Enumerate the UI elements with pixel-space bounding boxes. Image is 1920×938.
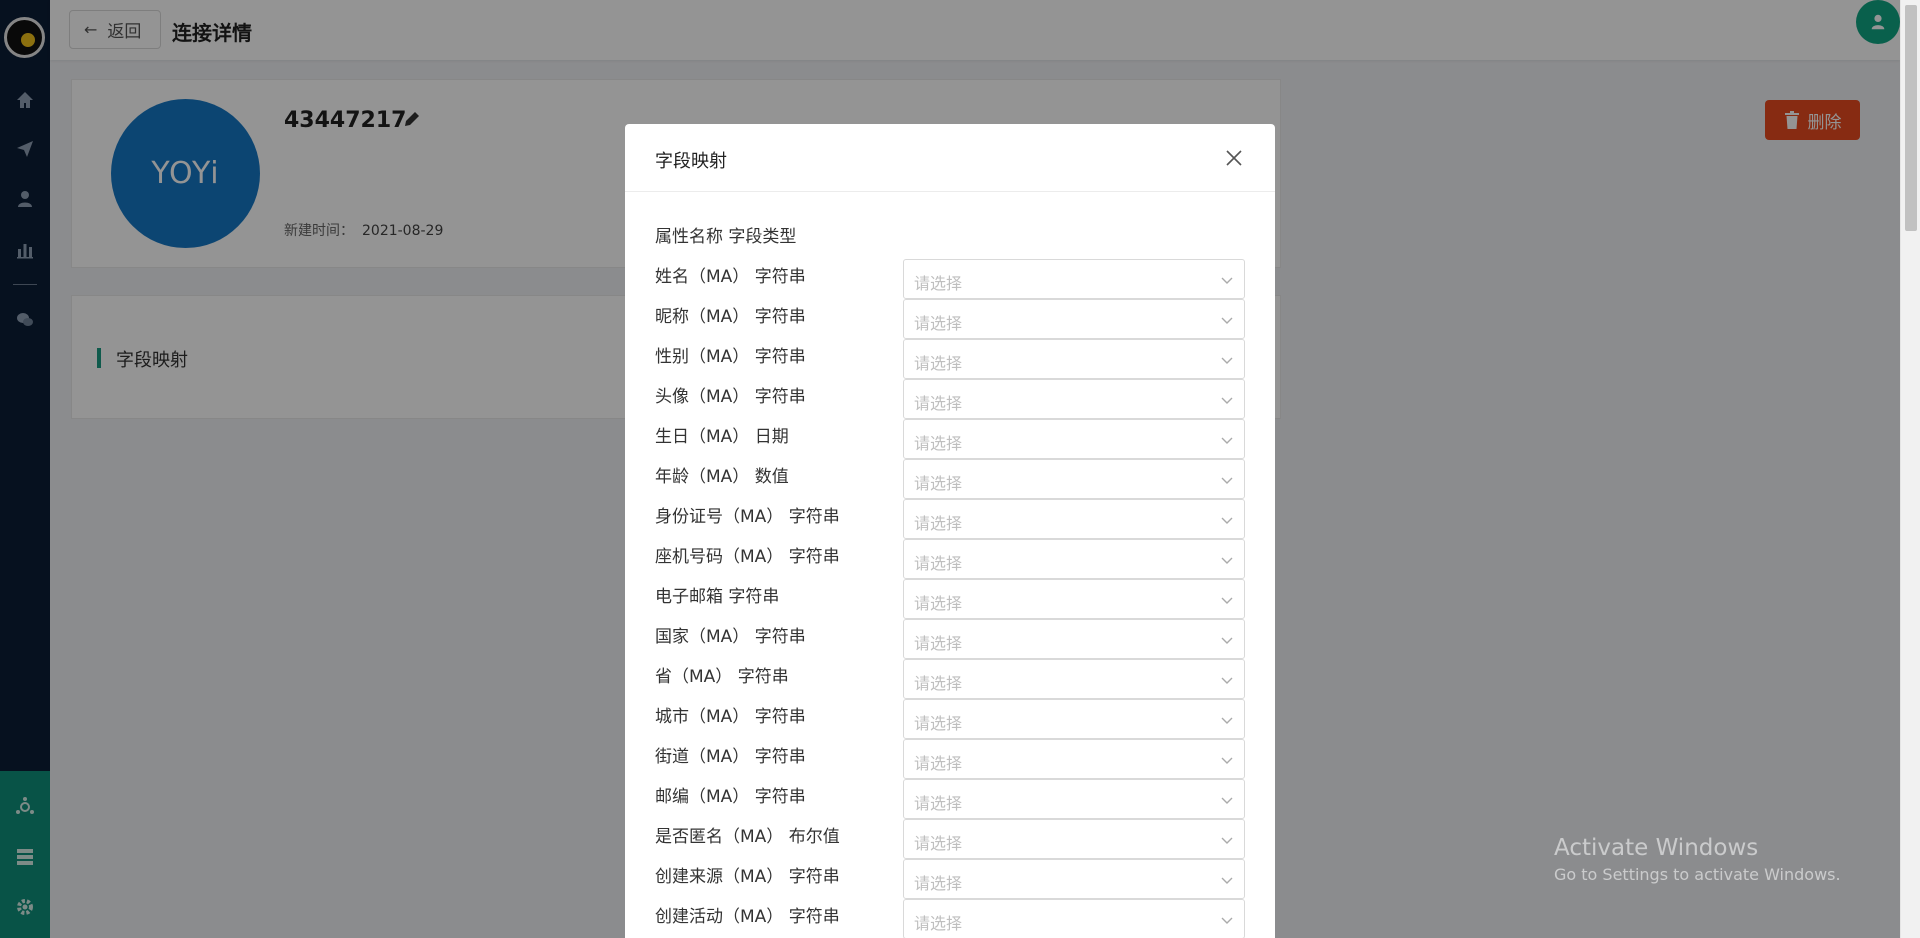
field-select[interactable]: 请选择: [903, 699, 1245, 739]
field-mapping-row: 生日（MA） 日期 请选择: [655, 417, 1245, 459]
field-select[interactable]: 请选择: [903, 539, 1245, 579]
field-label: 姓名（MA） 字符串: [655, 267, 806, 287]
field-label: 街道（MA） 字符串: [655, 747, 806, 767]
field-label: 是否匿名（MA） 布尔值: [655, 827, 840, 847]
page-scrollbar[interactable]: [1900, 0, 1920, 938]
field-select[interactable]: 请选择: [903, 899, 1245, 938]
field-select[interactable]: 请选择: [903, 739, 1245, 779]
field-mapping-row: 街道（MA） 字符串 请选择: [655, 737, 1245, 779]
field-mapping-row: 头像（MA） 字符串 请选择: [655, 377, 1245, 419]
field-label: 电子邮箱 字符串: [655, 587, 780, 607]
chevron-down-icon: [1221, 877, 1233, 884]
chevron-down-icon: [1221, 597, 1233, 604]
select-placeholder: 请选择: [914, 354, 963, 373]
select-placeholder: 请选择: [914, 474, 963, 493]
chevron-down-icon: [1221, 557, 1233, 564]
field-label: 生日（MA） 日期: [655, 427, 789, 447]
chevron-down-icon: [1221, 717, 1233, 724]
select-placeholder: 请选择: [914, 594, 963, 613]
field-select[interactable]: 请选择: [903, 579, 1245, 619]
field-select[interactable]: 请选择: [903, 299, 1245, 339]
chevron-down-icon: [1221, 637, 1233, 644]
select-placeholder: 请选择: [914, 634, 963, 653]
select-placeholder: 请选择: [914, 434, 963, 453]
field-mapping-row: 电子邮箱 字符串 请选择: [655, 577, 1245, 619]
field-label: 座机号码（MA） 字符串: [655, 547, 840, 567]
field-select[interactable]: 请选择: [903, 659, 1245, 699]
select-placeholder: 请选择: [914, 394, 963, 413]
column-header: 属性名称 字段类型: [655, 227, 797, 247]
select-placeholder: 请选择: [914, 714, 963, 733]
field-label: 昵称（MA） 字符串: [655, 307, 806, 327]
select-placeholder: 请选择: [914, 554, 963, 573]
field-label: 性别（MA） 字符串: [655, 347, 806, 367]
chevron-down-icon: [1221, 357, 1233, 364]
field-mapping-row: 姓名（MA） 字符串 请选择: [655, 257, 1245, 299]
watermark-line2: Go to Settings to activate Windows.: [1554, 865, 1841, 884]
scrollbar-thumb[interactable]: [1905, 5, 1917, 231]
select-placeholder: 请选择: [914, 834, 963, 853]
field-mapping-row: 创建活动（MA） 字符串 请选择: [655, 897, 1245, 938]
field-mapping-row: 城市（MA） 字符串 请选择: [655, 697, 1245, 739]
field-select[interactable]: 请选择: [903, 419, 1245, 459]
field-mapping-modal: 字段映射 属性名称 字段类型 姓名（MA） 字符串 请选择 昵称（MA） 字符串 请选…: [625, 124, 1275, 938]
chevron-down-icon: [1221, 397, 1233, 404]
modal-title: 字段映射: [655, 151, 727, 172]
chevron-down-icon: [1221, 837, 1233, 844]
field-mapping-row: 身份证号（MA） 字符串 请选择: [655, 497, 1245, 539]
field-mapping-row: 是否匿名（MA） 布尔值 请选择: [655, 817, 1245, 859]
field-label: 年龄（MA） 数值: [655, 467, 789, 487]
field-label: 头像（MA） 字符串: [655, 387, 806, 407]
field-select[interactable]: 请选择: [903, 339, 1245, 379]
select-placeholder: 请选择: [914, 514, 963, 533]
field-label: 创建活动（MA） 字符串: [655, 907, 840, 927]
chevron-down-icon: [1221, 437, 1233, 444]
chevron-down-icon: [1221, 677, 1233, 684]
select-placeholder: 请选择: [914, 874, 963, 893]
field-select[interactable]: 请选择: [903, 259, 1245, 299]
chevron-down-icon: [1221, 917, 1233, 924]
field-select[interactable]: 请选择: [903, 379, 1245, 419]
modal-header: 字段映射: [625, 124, 1275, 192]
field-label: 国家（MA） 字符串: [655, 627, 806, 647]
watermark-line1: Activate Windows: [1554, 835, 1759, 861]
select-placeholder: 请选择: [914, 274, 963, 293]
field-mapping-row: 座机号码（MA） 字符串 请选择: [655, 537, 1245, 579]
field-select[interactable]: 请选择: [903, 499, 1245, 539]
field-label: 创建来源（MA） 字符串: [655, 867, 840, 887]
activate-windows-watermark: Activate Windows Go to Settings to activ…: [1554, 835, 1841, 884]
field-mapping-row: 创建来源（MA） 字符串 请选择: [655, 857, 1245, 899]
chevron-down-icon: [1221, 517, 1233, 524]
chevron-down-icon: [1221, 317, 1233, 324]
field-mapping-row: 年龄（MA） 数值 请选择: [655, 457, 1245, 499]
field-mapping-row: 邮编（MA） 字符串 请选择: [655, 777, 1245, 819]
field-label: 邮编（MA） 字符串: [655, 787, 806, 807]
close-icon[interactable]: [1222, 146, 1246, 170]
select-placeholder: 请选择: [914, 314, 963, 333]
field-select[interactable]: 请选择: [903, 619, 1245, 659]
select-placeholder: 请选择: [914, 754, 963, 773]
chevron-down-icon: [1221, 277, 1233, 284]
field-select[interactable]: 请选择: [903, 819, 1245, 859]
field-mapping-row: 国家（MA） 字符串 请选择: [655, 617, 1245, 659]
field-label: 城市（MA） 字符串: [655, 707, 806, 727]
chevron-down-icon: [1221, 797, 1233, 804]
chevron-down-icon: [1221, 477, 1233, 484]
field-mapping-row: 省（MA） 字符串 请选择: [655, 657, 1245, 699]
field-select[interactable]: 请选择: [903, 459, 1245, 499]
field-select[interactable]: 请选择: [903, 779, 1245, 819]
field-mapping-row: 性别（MA） 字符串 请选择: [655, 337, 1245, 379]
field-label: 省（MA） 字符串: [655, 667, 789, 687]
select-placeholder: 请选择: [914, 674, 963, 693]
field-select[interactable]: 请选择: [903, 859, 1245, 899]
chevron-down-icon: [1221, 757, 1233, 764]
select-placeholder: 请选择: [914, 794, 963, 813]
field-mapping-row: 昵称（MA） 字符串 请选择: [655, 297, 1245, 339]
select-placeholder: 请选择: [914, 914, 963, 933]
field-label: 身份证号（MA） 字符串: [655, 507, 840, 527]
